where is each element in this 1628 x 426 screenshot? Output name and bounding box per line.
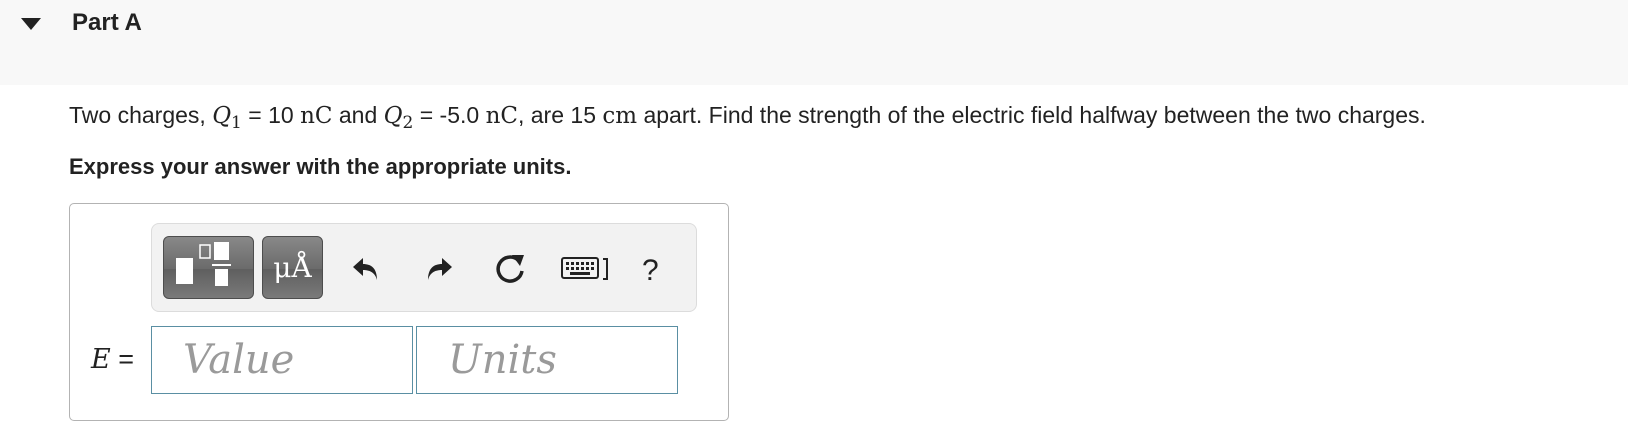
math-toolbar: μÅ ? — [151, 223, 697, 312]
question-text-3: and — [332, 102, 384, 128]
templates-icon — [176, 242, 231, 286]
question-text-4: = -5.0 — [413, 102, 486, 128]
distance-unit: cm — [602, 103, 638, 129]
redo-icon[interactable] — [420, 246, 456, 290]
q1-symbol: Q — [212, 103, 232, 129]
part-header: Part A — [0, 0, 1628, 85]
symbols-label: μÅ — [273, 251, 312, 284]
symbols-button[interactable]: μÅ — [262, 236, 323, 299]
undo-icon[interactable] — [349, 246, 385, 290]
answer-box: μÅ ? E = — [69, 203, 729, 421]
question-text-5: , are 15 — [517, 102, 603, 128]
collapse-triangle-icon[interactable] — [20, 17, 42, 31]
q1-subscript: 1 — [231, 113, 242, 133]
q2-subscript: 2 — [402, 113, 414, 133]
templates-button[interactable] — [163, 236, 254, 299]
question-text-6: apart. Find the strength of the electric… — [637, 102, 1426, 128]
q2-unit: nC — [485, 103, 518, 129]
answer-equals: = — [110, 344, 134, 374]
answer-variable-label: E = — [91, 344, 134, 375]
part-title: Part A — [72, 9, 142, 36]
reset-icon[interactable] — [490, 246, 530, 290]
answer-instruction: Express your answer with the appropriate… — [69, 154, 572, 179]
units-input[interactable] — [416, 326, 678, 394]
question-text-2: = 10 — [241, 102, 301, 128]
value-input[interactable] — [151, 326, 413, 394]
keyboard-icon[interactable] — [560, 246, 612, 290]
question-text-1: Two charges, — [69, 102, 213, 128]
help-button[interactable]: ? — [642, 254, 659, 288]
question-text: Two charges, Q1 = 10 nC and Q2 = -5.0 nC… — [69, 102, 1426, 133]
q2-symbol: Q — [383, 103, 403, 129]
answer-variable: E — [91, 344, 111, 375]
q1-unit: nC — [300, 103, 333, 129]
